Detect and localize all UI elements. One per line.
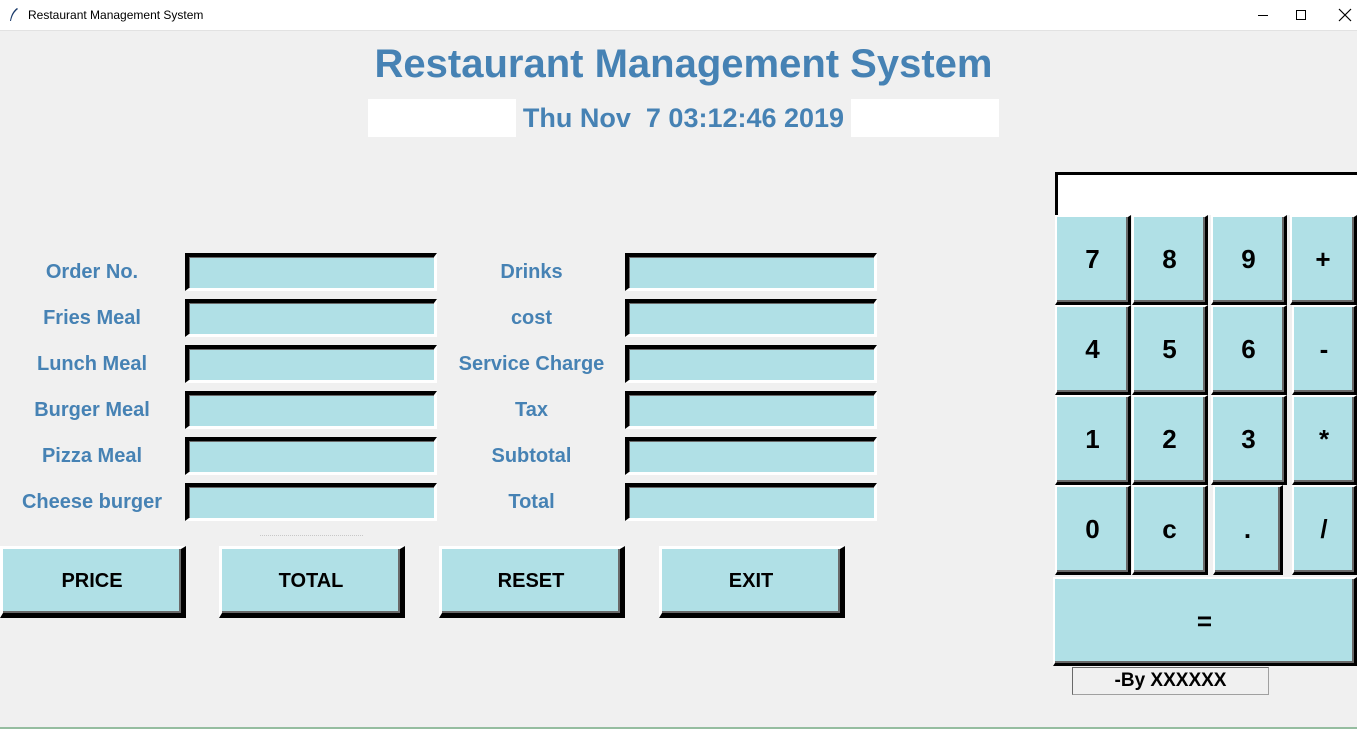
maximize-button[interactable] [1278,0,1324,30]
key-6[interactable]: 6 [1211,305,1287,395]
key-1[interactable]: 1 [1055,395,1131,485]
order-no-field[interactable] [185,253,437,291]
focus-indicator [260,535,363,536]
date-pad-right [851,99,999,137]
key-0[interactable]: 0 [1055,485,1131,575]
service-charge-field[interactable] [625,345,877,383]
key-minus[interactable]: - [1292,305,1357,395]
page-title: Restaurant Management System [374,42,993,86]
label-cheese-burger: Cheese burger [21,491,163,513]
label-lunch-meal: Lunch Meal [36,353,147,375]
author-byline: -By XXXXXX [1072,667,1269,695]
label-drinks: Drinks [500,261,563,283]
label-burger-meal: Burger Meal [34,399,150,421]
label-total: Total [508,491,555,513]
cheese-burger-field[interactable] [185,483,437,521]
key-divide[interactable]: / [1292,485,1357,575]
key-4[interactable]: 4 [1055,305,1131,395]
label-service-charge: Service Charge [458,353,605,375]
label-subtotal: Subtotal [491,445,572,467]
date-pad-left [368,99,516,137]
key-plus[interactable]: + [1290,215,1357,305]
tax-field[interactable] [625,391,877,429]
key-9[interactable]: 9 [1211,215,1287,305]
key-decimal[interactable]: . [1213,485,1283,575]
pizza-meal-field[interactable] [185,437,437,475]
close-button[interactable] [1322,0,1357,30]
lunch-meal-field[interactable] [185,345,437,383]
label-pizza-meal: Pizza Meal [41,445,143,467]
key-equals[interactable]: = [1053,577,1357,666]
key-clear[interactable]: c [1132,485,1208,575]
minimize-icon [1258,15,1268,16]
burger-meal-field[interactable] [185,391,437,429]
window-title: Restaurant Management System [28,8,204,22]
subtotal-field[interactable] [625,437,877,475]
total-field[interactable] [625,483,877,521]
label-cost: cost [510,307,553,329]
drinks-field[interactable] [625,253,877,291]
feather-icon [10,8,18,21]
label-tax: Tax [515,399,548,421]
window-titlebar: Restaurant Management System [0,0,1357,31]
label-order-no: Order No. [45,261,139,283]
key-3[interactable]: 3 [1211,395,1287,485]
price-button[interactable]: PRICE [0,546,186,618]
key-5[interactable]: 5 [1132,305,1208,395]
maximize-icon [1296,10,1306,20]
key-7[interactable]: 7 [1055,215,1131,305]
key-multiply[interactable]: * [1292,395,1357,485]
key-8[interactable]: 8 [1132,215,1208,305]
total-button[interactable]: TOTAL [219,546,405,618]
label-fries-meal: Fries Meal [43,307,141,329]
close-icon [1338,8,1352,22]
calculator-display[interactable] [1055,172,1357,215]
fries-meal-field[interactable] [185,299,437,337]
datetime-label: Thu Nov 7 03:12:46 2019 [522,103,845,133]
cost-field[interactable] [625,299,877,337]
key-2[interactable]: 2 [1132,395,1208,485]
reset-button[interactable]: RESET [439,546,625,618]
exit-button[interactable]: EXIT [659,546,845,618]
